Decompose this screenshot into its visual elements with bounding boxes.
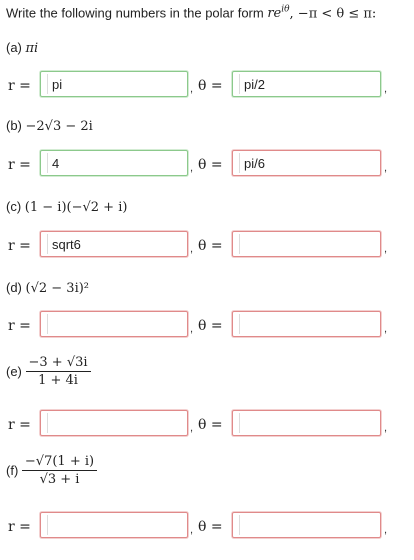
angle-constraint: , −π < θ ≤ π: — [289, 6, 377, 22]
part-b-r-field[interactable] — [40, 150, 188, 176]
theta-equals-label: θ = — [198, 318, 223, 334]
part-e-label: (e) −3 + √3i 1 + 4i — [6, 355, 91, 388]
r-equals-label: r = — [8, 238, 31, 254]
part-b-theta-input[interactable] — [239, 153, 377, 173]
part-e-r-field[interactable] — [40, 410, 188, 436]
part-e-theta-field[interactable] — [232, 410, 381, 436]
instructions: Write the following numbers in the polar… — [6, 5, 376, 21]
part-d-theta-field[interactable] — [232, 311, 381, 337]
part-b-r-input[interactable] — [47, 153, 184, 173]
part-a-r-input[interactable] — [47, 74, 184, 94]
part-d-theta-input[interactable] — [239, 314, 377, 334]
theta-equals-label: θ = — [198, 78, 223, 94]
theta-equals-label: θ = — [198, 519, 223, 535]
part-a-r-field[interactable] — [40, 71, 188, 97]
part-b-expression: −2√3 − 2i — [25, 119, 93, 134]
part-e-numerator: −3 + √3i — [25, 355, 91, 372]
theta-equals-label: θ = — [198, 417, 223, 433]
polar-form: reiθ — [267, 5, 290, 22]
part-a-expression: πi — [25, 41, 39, 56]
part-d-r-input[interactable] — [47, 314, 184, 334]
part-a-theta-field[interactable] — [232, 71, 381, 97]
r-equals-label: r = — [8, 157, 31, 173]
part-d-answer-row: r = , θ = , — [0, 311, 414, 341]
part-c-expression: (1 − i)(−√2 + i) — [24, 200, 128, 215]
part-f-theta-field[interactable] — [232, 512, 381, 538]
part-a-theta-input[interactable] — [239, 74, 377, 94]
part-b-answer-row: r = , θ = , — [0, 150, 414, 180]
part-c-r-field[interactable] — [40, 231, 188, 257]
part-c-label: (c) (1 − i)(−√2 + i) — [6, 199, 128, 215]
part-a-answer-row: r = , θ = , — [0, 71, 414, 101]
part-d-label: (d) (√2 − 3i)² — [6, 280, 90, 296]
part-c-theta-input[interactable] — [239, 234, 377, 254]
part-a-label: (a) πi — [6, 40, 39, 56]
part-b-label: (b) −2√3 − 2i — [6, 118, 93, 134]
theta-equals-label: θ = — [198, 238, 223, 254]
part-f-r-field[interactable] — [40, 512, 188, 538]
part-e-answer-row: r = , θ = , — [0, 410, 414, 440]
part-c-answer-row: r = , θ = , — [0, 231, 414, 261]
r-equals-label: r = — [8, 519, 31, 535]
part-e-theta-input[interactable] — [239, 413, 377, 433]
r-equals-label: r = — [8, 78, 31, 94]
part-f-theta-input[interactable] — [239, 515, 377, 535]
r-equals-label: r = — [8, 417, 31, 433]
part-e-fraction: −3 + √3i 1 + 4i — [25, 355, 91, 388]
part-f-answer-row: r = , θ = , — [0, 512, 414, 542]
part-f-numerator: −√7(1 + i) — [21, 454, 98, 471]
instructions-text: Write the following numbers in the polar… — [6, 5, 268, 21]
part-c-r-input[interactable] — [47, 234, 184, 254]
part-c-theta-field[interactable] — [232, 231, 381, 257]
part-b-theta-field[interactable] — [232, 150, 381, 176]
part-f-denominator: √3 + i — [39, 472, 80, 487]
part-e-r-input[interactable] — [47, 413, 184, 433]
part-f-fraction: −√7(1 + i) √3 + i — [21, 454, 98, 487]
part-f-label: (f) −√7(1 + i) √3 + i — [6, 454, 98, 487]
part-f-r-input[interactable] — [47, 515, 184, 535]
part-e-denominator: 1 + 4i — [38, 373, 78, 388]
part-d-r-field[interactable] — [40, 311, 188, 337]
r-equals-label: r = — [8, 318, 31, 334]
theta-equals-label: θ = — [198, 157, 223, 173]
part-d-expression: (√2 − 3i)² — [25, 281, 90, 296]
